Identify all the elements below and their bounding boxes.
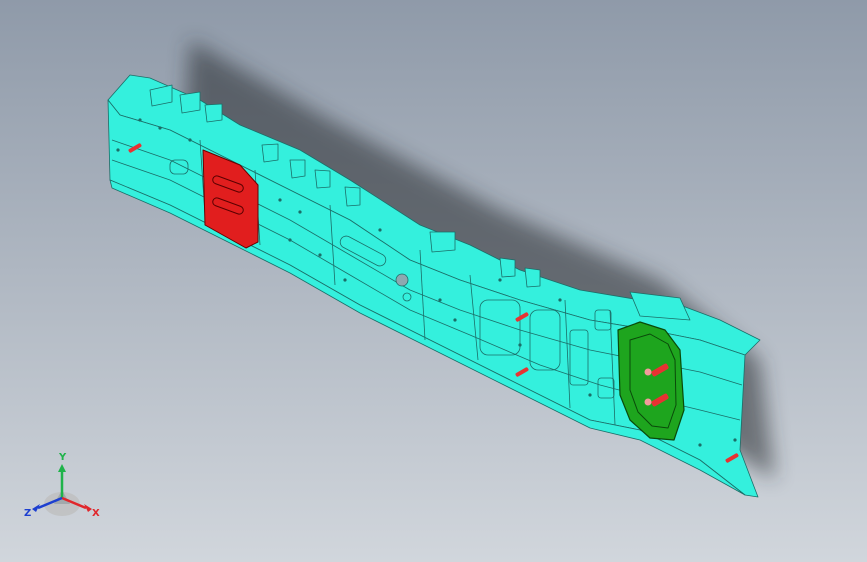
y-axis-label: Y <box>58 452 67 463</box>
graphics-viewport[interactable]: Y X Z <box>0 0 867 562</box>
model-scene[interactable]: Y X Z <box>0 0 867 562</box>
x-axis-label: X <box>92 508 100 519</box>
z-axis-label: Z <box>24 508 31 519</box>
